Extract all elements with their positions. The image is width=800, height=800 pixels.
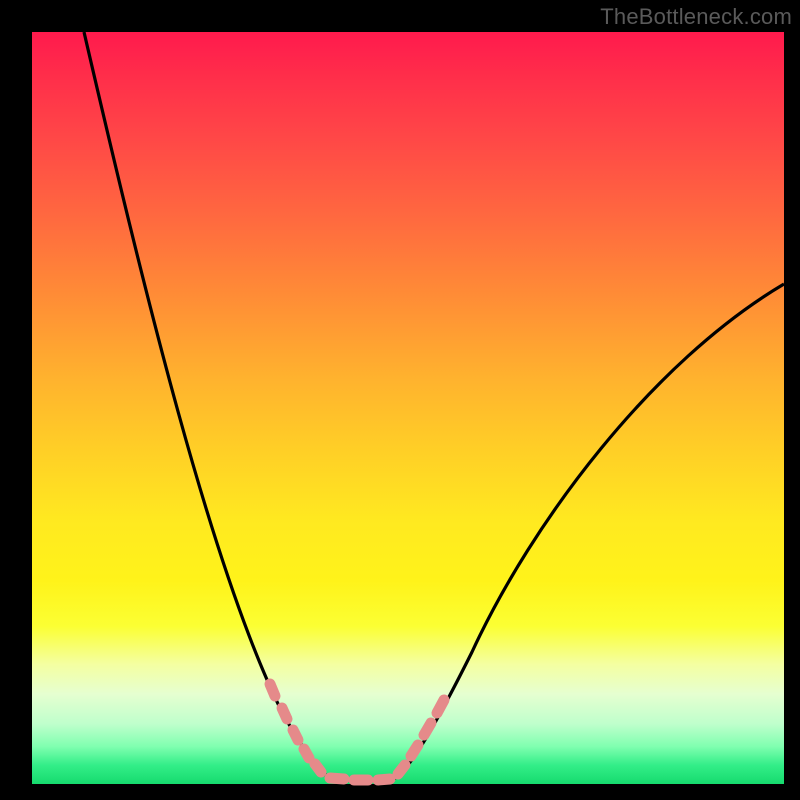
plot-area [32,32,784,784]
curve-line [84,32,784,780]
bottleneck-curve [32,32,784,784]
chart-frame: TheBottleneck.com [0,0,800,800]
watermark-text: TheBottleneck.com [600,4,792,30]
curve-highlight-marks [270,684,444,780]
